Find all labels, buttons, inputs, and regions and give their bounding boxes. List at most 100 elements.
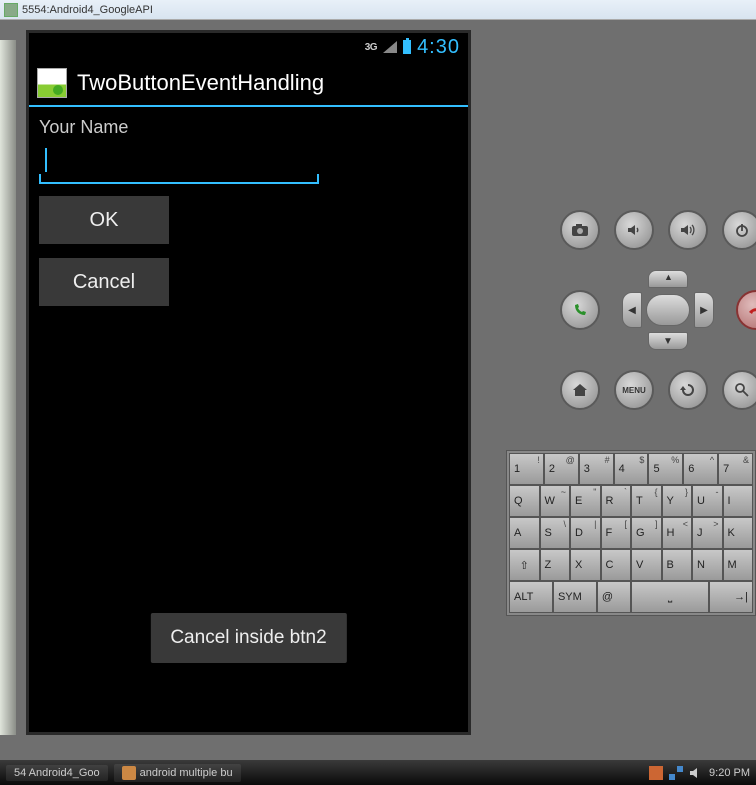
key-⇧[interactable]: ⇧ [509, 549, 540, 581]
power-button[interactable] [722, 210, 756, 250]
window-icon [4, 3, 18, 17]
camera-button[interactable] [560, 210, 600, 250]
key-→|[interactable]: →| [709, 581, 753, 613]
cancel-button[interactable]: Cancel [39, 258, 169, 306]
end-call-button[interactable] [736, 290, 756, 330]
signal-icon [383, 41, 397, 53]
key-1[interactable]: 1! [509, 453, 544, 485]
tray-volume-icon[interactable] [689, 766, 703, 780]
volume-down-button[interactable] [614, 210, 654, 250]
battery-icon [403, 40, 411, 54]
network-indicator: 3G [365, 42, 377, 53]
key-r[interactable]: R` [601, 485, 632, 517]
call-button[interactable] [560, 290, 600, 330]
key-y[interactable]: Y} [662, 485, 693, 517]
key-6[interactable]: 6^ [683, 453, 718, 485]
dpad-left[interactable]: ◀ [622, 292, 642, 328]
key-e[interactable]: E" [570, 485, 601, 517]
key-b[interactable]: B [662, 549, 693, 581]
back-button[interactable] [668, 370, 708, 410]
home-icon [572, 382, 588, 398]
ok-button[interactable]: OK [39, 196, 169, 244]
key-x[interactable]: X [570, 549, 601, 581]
key-v[interactable]: V [631, 549, 662, 581]
home-button[interactable] [560, 370, 600, 410]
emulator-keyboard: 1!2@3#4$5%6^7&QW~E"R`T{Y}U-I AS\D|F[G]H<J… [506, 450, 756, 616]
key-u[interactable]: U- [692, 485, 723, 517]
volume-up-button[interactable] [668, 210, 708, 250]
key-superscript: [ [624, 519, 627, 529]
window-title: 5554:Android4_GoogleAPI [22, 4, 153, 16]
key-alt[interactable]: ALT [509, 581, 553, 613]
key-superscript: % [671, 455, 679, 465]
key-superscript: > [713, 519, 718, 529]
key-h[interactable]: H< [662, 517, 693, 549]
emulator-controls: ▼ ◀ ▶ MENU [560, 210, 756, 430]
key-superscript: ! [537, 455, 540, 465]
menu-button[interactable]: MENU [614, 370, 654, 410]
key-3[interactable]: 3# [579, 453, 614, 485]
toast-text: Cancel inside btn2 [170, 627, 326, 648]
camera-icon [571, 223, 589, 237]
key-7[interactable]: 7& [718, 453, 753, 485]
key-c[interactable]: C [601, 549, 632, 581]
tray-icon[interactable] [649, 766, 663, 780]
taskbar-item[interactable]: 54 Android4_Goo [6, 765, 108, 781]
cancel-button-label: Cancel [73, 271, 135, 294]
key-a[interactable]: A [509, 517, 540, 549]
key-j[interactable]: J> [692, 517, 723, 549]
key-superscript: - [716, 487, 719, 497]
toast-message: Cancel inside btn2 [150, 613, 346, 663]
key-superscript: & [743, 455, 749, 465]
phone-screen: 3G 4:30 TwoButtonEventHandling Your Name… [26, 30, 471, 735]
key-4[interactable]: 4$ [614, 453, 649, 485]
menu-label: MENU [622, 386, 646, 395]
key-superscript: { [654, 487, 657, 497]
search-icon [734, 382, 750, 398]
key-superscript: | [594, 519, 596, 529]
key-2[interactable]: 2@ [544, 453, 579, 485]
power-icon [734, 222, 750, 238]
app-icon [37, 68, 67, 98]
key-t[interactable]: T{ [631, 485, 662, 517]
key-g[interactable]: G] [631, 517, 662, 549]
key-superscript: < [683, 519, 688, 529]
volume-up-icon [679, 222, 697, 238]
key-k[interactable]: K [723, 517, 754, 549]
app-content: Your Name OK Cancel [29, 107, 468, 330]
key-w[interactable]: W~ [540, 485, 571, 517]
key-q[interactable]: Q [509, 485, 540, 517]
dpad-center[interactable] [646, 294, 690, 326]
key-superscript: \ [563, 519, 566, 529]
key-f[interactable]: F[ [601, 517, 632, 549]
window-titlebar: 5554:Android4_GoogleAPI [0, 0, 756, 20]
key-i[interactable]: I [723, 485, 754, 517]
key-superscript: ] [655, 519, 658, 529]
key-@[interactable]: @ [597, 581, 631, 613]
name-input[interactable] [39, 142, 319, 184]
app-header: TwoButtonEventHandling [29, 61, 468, 107]
dpad-right[interactable]: ▶ [694, 292, 714, 328]
key-sym[interactable]: SYM [553, 581, 597, 613]
taskbar-app-icon [122, 766, 136, 780]
key-⎵[interactable]: ⎵ [631, 581, 709, 613]
key-s[interactable]: S\ [540, 517, 571, 549]
text-cursor [45, 148, 47, 172]
key-z[interactable]: Z [540, 549, 571, 581]
background-edge [0, 40, 16, 735]
os-taskbar: 54 Android4_Goo android multiple bu 9:20… [0, 760, 756, 785]
key-m[interactable]: M [723, 549, 754, 581]
key-superscript: $ [639, 455, 644, 465]
search-button[interactable] [722, 370, 756, 410]
call-icon [572, 302, 588, 318]
key-5[interactable]: 5% [648, 453, 683, 485]
emulator-body: 3G 4:30 TwoButtonEventHandling Your Name… [0, 20, 756, 760]
dpad-up[interactable] [648, 270, 688, 288]
dpad-down[interactable]: ▼ [648, 332, 688, 350]
tray-network-icon[interactable] [669, 766, 683, 780]
key-d[interactable]: D| [570, 517, 601, 549]
key-n[interactable]: N [692, 549, 723, 581]
taskbar-item-label: 54 Android4_Goo [14, 767, 100, 779]
taskbar-item[interactable]: android multiple bu [114, 764, 241, 782]
dpad: ▼ ◀ ▶ [618, 270, 718, 350]
